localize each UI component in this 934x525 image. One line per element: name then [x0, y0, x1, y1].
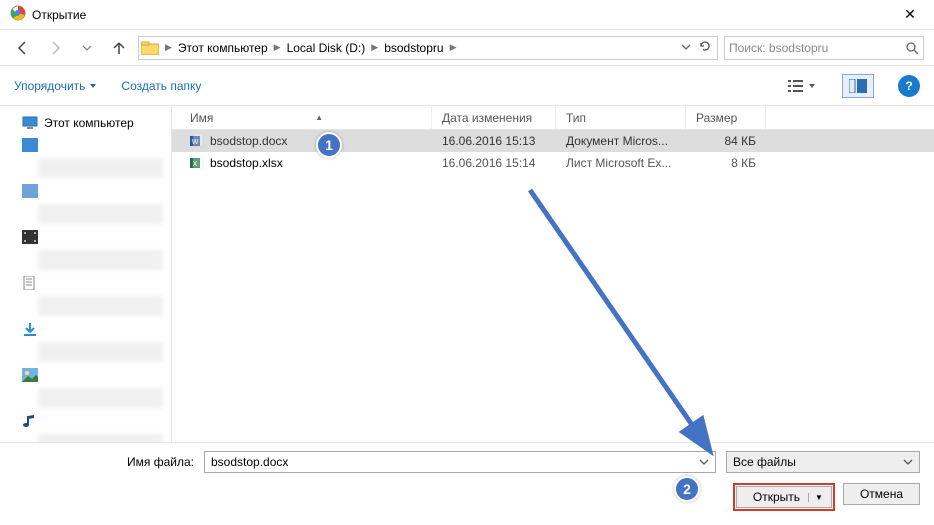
callout-highlight: Открыть ▼: [733, 483, 835, 511]
organize-button[interactable]: Упорядочить: [14, 79, 97, 93]
sidebar-item[interactable]: [0, 180, 171, 202]
new-folder-button[interactable]: Создать папку: [121, 79, 201, 93]
column-type[interactable]: Тип: [556, 106, 686, 129]
file-row[interactable]: Wbsodstop.docx16.06.2016 15:13Документ M…: [172, 130, 934, 152]
filename-input[interactable]: bsodstop.docx: [204, 451, 716, 473]
search-icon: [905, 41, 919, 55]
chevron-right-icon: ▶: [274, 42, 281, 53]
chevron-right-icon: ▶: [165, 42, 172, 53]
chevron-right-icon: ▶: [450, 42, 457, 53]
chevron-right-icon: ▶: [371, 42, 378, 53]
view-preview-button[interactable]: [842, 74, 874, 98]
open-button[interactable]: Открыть ▼: [736, 486, 832, 508]
sidebar-item[interactable]: [0, 226, 171, 248]
file-row[interactable]: Xbsodstop.xlsx16.06.2016 15:14Лист Micro…: [172, 152, 934, 174]
sidebar-item[interactable]: [0, 364, 171, 386]
sidebar-item[interactable]: [0, 410, 171, 432]
folder-icon: [141, 41, 159, 55]
back-button[interactable]: [10, 35, 36, 61]
nav-bar: ▶ Этот компьютер ▶ Local Disk (D:) ▶ bso…: [0, 30, 934, 66]
chevron-down-icon[interactable]: [699, 457, 709, 467]
sidebar-item[interactable]: [0, 318, 171, 340]
column-date[interactable]: Дата изменения: [432, 106, 556, 129]
breadcrumb-item[interactable]: Этот компьютер: [174, 41, 272, 55]
footer: Имя файла: bsodstop.docx Все файлы Откры…: [0, 442, 934, 525]
pictures-icon: [22, 368, 38, 382]
close-button[interactable]: ✕: [890, 1, 930, 29]
breadcrumb[interactable]: ▶ Этот компьютер ▶ Local Disk (D:) ▶ bso…: [138, 36, 718, 60]
chevron-down-icon: [903, 457, 913, 467]
videos-icon: [22, 230, 38, 244]
view-list-button[interactable]: [786, 74, 818, 98]
file-pane: Имя▲ Дата изменения Тип Размер Wbsodstop…: [172, 106, 934, 442]
sidebar-item-this-pc[interactable]: Этот компьютер: [0, 112, 171, 134]
forward-button[interactable]: [42, 35, 68, 61]
column-name[interactable]: Имя▲: [180, 106, 432, 129]
help-button[interactable]: ?: [898, 75, 920, 97]
file-header: Имя▲ Дата изменения Тип Размер: [172, 106, 934, 130]
toolbar: Упорядочить Создать папку ?: [0, 66, 934, 106]
search-placeholder: Поиск: bsodstopru: [729, 41, 828, 55]
up-button[interactable]: [106, 35, 132, 61]
breadcrumb-item[interactable]: Local Disk (D:): [283, 41, 370, 55]
pc-icon: [22, 116, 38, 130]
callout-2: 2: [674, 476, 700, 502]
recent-dropdown[interactable]: [74, 35, 100, 61]
chevron-down-icon[interactable]: [681, 41, 691, 55]
filetype-select[interactable]: Все файлы: [726, 451, 920, 473]
title-bar: Открытие ✕: [0, 0, 934, 30]
documents-icon: [22, 276, 38, 290]
sidebar-item[interactable]: [0, 134, 171, 156]
column-size[interactable]: Размер: [686, 106, 766, 129]
breadcrumb-item[interactable]: bsodstopru: [380, 41, 447, 55]
sidebar: Этот компьютер Local Disk (D:): [0, 106, 172, 442]
music-icon: [22, 414, 38, 428]
filename-label: Имя файла:: [14, 455, 194, 469]
search-input[interactable]: Поиск: bsodstopru: [724, 36, 924, 60]
open-split-dropdown[interactable]: ▼: [808, 493, 823, 502]
refresh-icon[interactable]: [699, 40, 711, 55]
cancel-button[interactable]: Отмена: [843, 483, 920, 505]
window-title: Открытие: [32, 8, 890, 22]
downloads-icon: [22, 322, 38, 336]
callout-1: 1: [316, 132, 342, 158]
sidebar-item[interactable]: [0, 272, 171, 294]
chrome-icon: [10, 5, 26, 24]
